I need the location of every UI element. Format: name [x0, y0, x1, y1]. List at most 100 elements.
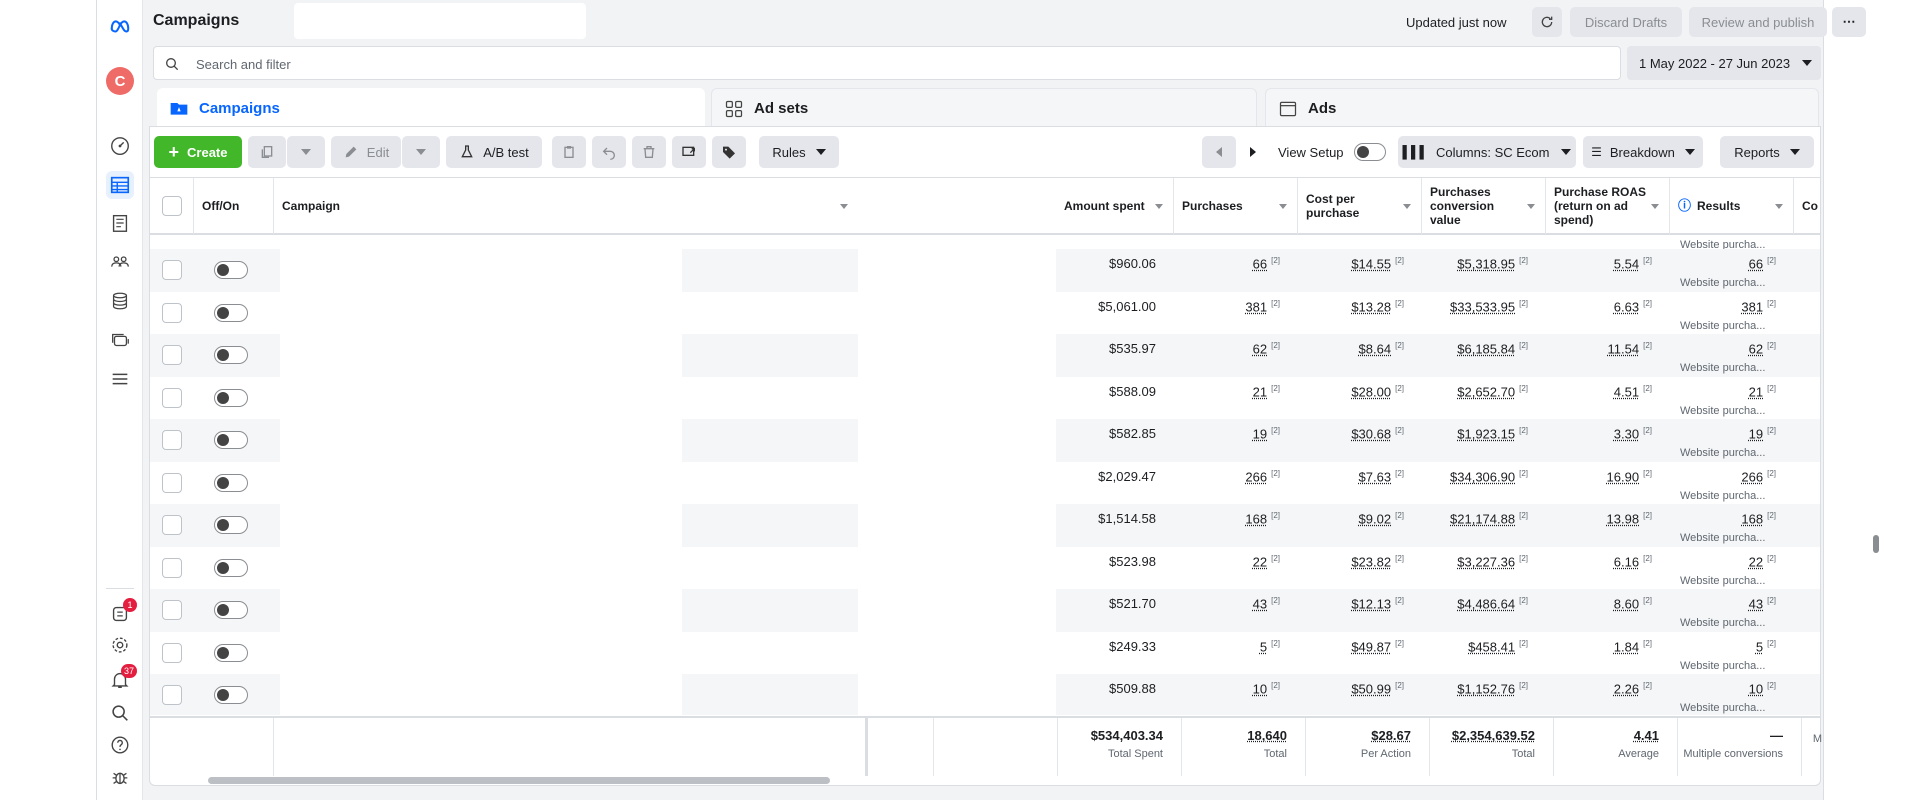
dashboard-gauge-icon[interactable] — [106, 132, 134, 160]
row-toggle[interactable] — [214, 334, 254, 377]
search-filter-input[interactable]: Search and filter — [153, 46, 1621, 80]
row-checkbox[interactable] — [150, 334, 194, 377]
value-roas[interactable]: 2.26 — [1614, 681, 1639, 696]
row-checkbox[interactable] — [150, 249, 194, 292]
value-cpp[interactable]: $50.99 — [1351, 681, 1391, 696]
value-results[interactable]: 66 — [1749, 256, 1763, 271]
row-checkbox[interactable] — [150, 674, 194, 715]
row-checkbox[interactable] — [150, 547, 194, 590]
row-toggle[interactable] — [214, 249, 254, 292]
campaign-name-cell[interactable] — [280, 249, 682, 292]
value-roas[interactable]: 3.30 — [1614, 426, 1639, 441]
value-roas[interactable]: 13.98 — [1607, 511, 1640, 526]
all-tools-menu-icon[interactable] — [106, 365, 134, 393]
col-off-on[interactable]: Off/On — [194, 178, 274, 234]
campaign-name-cell[interactable] — [280, 674, 682, 715]
row-checkbox[interactable] — [150, 632, 194, 675]
value-roas[interactable]: 6.63 — [1614, 299, 1639, 314]
duplicate-button[interactable] — [248, 136, 286, 168]
duplicate-dropdown-button[interactable] — [287, 136, 325, 168]
value-value[interactable]: $458.41 — [1468, 639, 1515, 654]
undo-button[interactable] — [592, 136, 626, 168]
value-cpp[interactable]: $9.02 — [1359, 511, 1392, 526]
value-results[interactable]: 168 — [1741, 511, 1763, 526]
row-toggle[interactable] — [214, 504, 254, 547]
audiences-icon[interactable] — [106, 248, 134, 276]
refresh-button[interactable] — [1532, 7, 1562, 37]
meta-logo-icon[interactable] — [106, 12, 134, 40]
value-cpp[interactable]: $49.87 — [1351, 639, 1391, 654]
campaign-name-cell[interactable] — [280, 461, 682, 504]
value-cpp[interactable]: $12.13 — [1351, 596, 1391, 611]
more-options-button[interactable]: ⋯ — [1832, 7, 1866, 37]
row-checkbox[interactable] — [150, 462, 194, 505]
value-value[interactable]: $4,486.64 — [1457, 596, 1515, 611]
value-purchases[interactable]: 66 — [1253, 256, 1267, 271]
value-results[interactable]: 62 — [1749, 341, 1763, 356]
row-checkbox[interactable] — [150, 292, 194, 335]
columns-dropdown[interactable]: ▌▌▌ Columns: SC Ecom — [1398, 136, 1576, 168]
account-avatar[interactable]: C — [106, 67, 134, 95]
row-checkbox[interactable] — [150, 589, 194, 632]
campaign-name-cell[interactable] — [280, 419, 682, 462]
prev-page-button[interactable] — [1202, 136, 1236, 168]
row-checkbox[interactable] — [150, 377, 194, 420]
value-cpp[interactable]: $8.64 — [1359, 341, 1392, 356]
value-value[interactable]: $3,227.36 — [1457, 554, 1515, 569]
campaign-name-cell[interactable] — [280, 504, 682, 547]
value-cpp[interactable]: $7.63 — [1359, 469, 1392, 484]
tab-ads[interactable]: Ads — [1265, 88, 1819, 128]
tab-ad-sets[interactable]: Ad sets — [711, 88, 1257, 128]
value-roas[interactable]: 6.16 — [1614, 554, 1639, 569]
value-results[interactable]: 5 — [1756, 639, 1763, 654]
value-cpp[interactable]: $30.68 — [1351, 426, 1391, 441]
help-question-icon[interactable] — [106, 731, 134, 759]
bell-icon[interactable]: 37 — [106, 664, 138, 694]
create-button[interactable]: + Create — [154, 136, 242, 168]
billing-coins-icon[interactable] — [106, 287, 134, 315]
campaign-name-box[interactable] — [294, 3, 586, 39]
tag-button[interactable] — [712, 136, 746, 168]
search-icon[interactable] — [106, 699, 134, 727]
value-value[interactable]: $2,652.70 — [1457, 384, 1515, 399]
report-bug-icon[interactable] — [106, 763, 134, 791]
view-setup-toggle[interactable] — [1354, 143, 1386, 166]
row-toggle[interactable] — [214, 547, 254, 590]
row-toggle[interactable] — [214, 674, 254, 715]
value-value[interactable]: $5,318.95 — [1457, 256, 1515, 271]
ad-library-icon[interactable] — [106, 326, 134, 354]
value-roas[interactable]: 5.54 — [1614, 256, 1639, 271]
campaign-name-cell[interactable] — [280, 376, 682, 419]
ab-test-button[interactable]: A/B test — [446, 136, 542, 168]
value-purchases[interactable]: 381 — [1245, 299, 1267, 314]
discard-drafts-button[interactable]: Discard Drafts — [1570, 7, 1682, 37]
edit-dropdown-button[interactable] — [402, 136, 440, 168]
row-toggle[interactable] — [214, 292, 254, 335]
value-purchases[interactable]: 266 — [1245, 469, 1267, 484]
value-results[interactable]: 43 — [1749, 596, 1763, 611]
value-purchases[interactable]: 5 — [1260, 639, 1267, 654]
date-range-picker[interactable]: 1 May 2022 - 27 Jun 2023 — [1627, 46, 1821, 80]
pages-icon[interactable] — [106, 209, 134, 237]
value-results[interactable]: 21 — [1749, 384, 1763, 399]
row-toggle[interactable] — [214, 589, 254, 632]
value-value[interactable]: $1,152.76 — [1457, 681, 1515, 696]
horizontal-scrollbar[interactable] — [208, 777, 830, 784]
row-toggle[interactable] — [214, 419, 254, 462]
paste-button[interactable] — [552, 136, 586, 168]
ads-manager-notifications-icon[interactable]: 1 — [106, 598, 137, 628]
value-purchases[interactable]: 43 — [1253, 596, 1267, 611]
value-cpp[interactable]: $13.28 — [1351, 299, 1391, 314]
value-cpp[interactable]: $14.55 — [1351, 256, 1391, 271]
row-toggle[interactable] — [214, 377, 254, 420]
row-toggle[interactable] — [214, 462, 254, 505]
col-amount-spent[interactable]: Amount spent — [1056, 178, 1174, 234]
campaign-name-cell[interactable] — [280, 334, 682, 377]
col-results[interactable]: ⓘ Results — [1670, 178, 1794, 234]
value-roas[interactable]: 16.90 — [1607, 469, 1640, 484]
review-publish-button[interactable]: Review and publish — [1689, 7, 1827, 37]
value-value[interactable]: $6,185.84 — [1457, 341, 1515, 356]
value-roas[interactable]: 11.54 — [1608, 341, 1640, 356]
value-results[interactable]: 22 — [1749, 554, 1763, 569]
col-purchases[interactable]: Purchases — [1174, 178, 1298, 234]
